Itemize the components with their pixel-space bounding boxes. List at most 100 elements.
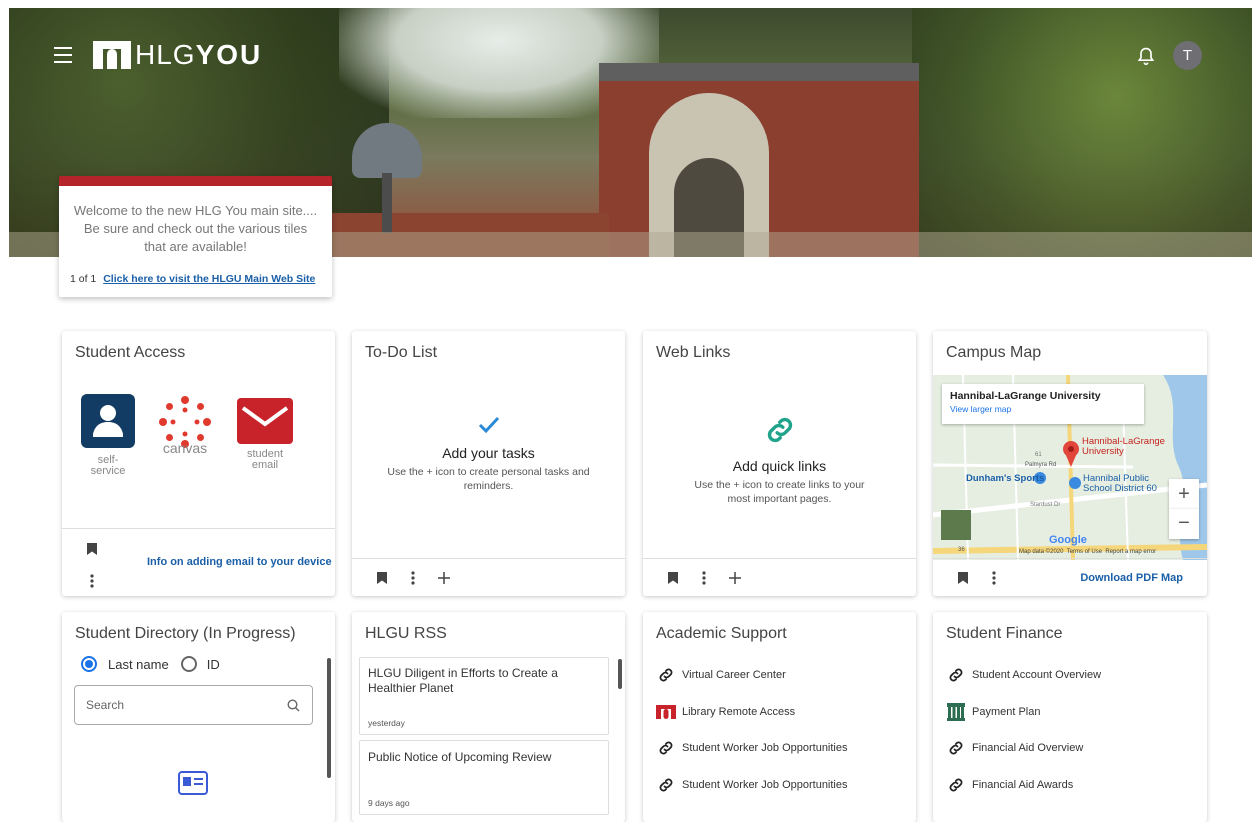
more-vert-icon[interactable] (78, 567, 106, 595)
empty-text: Use the + icon to create links to your m… (694, 479, 865, 505)
card-title: Student Directory (In Progress) (75, 625, 296, 642)
search-placeholder: Search (86, 698, 125, 712)
app-label: self- service (90, 454, 126, 477)
web-links-empty-state: Add quick links Use the + icon to create… (643, 413, 916, 506)
link-icon (655, 738, 677, 758)
finance-link[interactable]: Financial Aid Overview (945, 738, 1083, 758)
directory-search-field[interactable]: Search (74, 685, 313, 725)
card-title: Campus Map (946, 344, 1042, 361)
terms-link[interactable]: Terms of Use (1067, 549, 1102, 555)
add-icon[interactable] (430, 564, 458, 592)
link-icon (655, 665, 677, 685)
main-site-link[interactable]: Click here to visit the HLGU Main Web Si… (103, 273, 315, 285)
academic-link[interactable]: Student Worker Job Opportunities (655, 775, 848, 795)
more-vert-icon[interactable] (690, 564, 718, 592)
logo-mark-icon (93, 41, 131, 69)
card-title: Web Links (656, 344, 731, 361)
logo-text: HLGYOU (135, 39, 263, 70)
radio-label: ID (206, 656, 220, 672)
map-info-box: Hannibal-LaGrange University View larger… (942, 384, 1144, 424)
announcement-card: Welcome to the new HLG You main site....… (59, 176, 332, 297)
map-pin-label: Hannibal-LaGrange University (1082, 436, 1165, 457)
google-logo: Google (1049, 534, 1087, 546)
search-icon[interactable] (287, 699, 300, 712)
card-title: HLGU RSS (365, 625, 447, 642)
download-pdf-map-link[interactable]: Download PDF Map (1080, 572, 1183, 584)
link-icon (945, 665, 967, 685)
rss-item-title: Public Notice of Upcoming Review (368, 750, 552, 764)
map-road-label: Palmyra Rd (1025, 462, 1057, 468)
library-gate-icon (655, 702, 677, 722)
person-badge-icon (81, 394, 135, 448)
more-vert-icon[interactable] (399, 564, 427, 592)
canvas-app[interactable]: canvas (155, 394, 215, 455)
card-footer: Download PDF Map (933, 558, 1207, 596)
card-title: To-Do List (365, 344, 438, 361)
finance-link[interactable]: Payment Plan (945, 702, 1040, 722)
link-icon (945, 775, 967, 795)
card-title: Student Access (75, 344, 186, 361)
rss-item-title: HLGU Diligent in Efforts to Create a Hea… (368, 666, 558, 695)
todo-card: To-Do List Add your tasks Use the + icon… (352, 331, 625, 596)
card-title: Academic Support (656, 625, 787, 642)
scrollbar[interactable] (327, 658, 331, 778)
bookmark-icon[interactable] (659, 564, 687, 592)
finance-link[interactable]: Financial Aid Awards (945, 775, 1073, 795)
rss-item[interactable]: HLGU Diligent in Efforts to Create a Hea… (359, 657, 609, 735)
academic-link[interactable]: Library Remote Access (655, 702, 795, 722)
app-label: student email (246, 448, 284, 471)
user-avatar[interactable]: T (1173, 41, 1202, 70)
rss-item-date: yesterday (368, 718, 405, 728)
radio-label: Last name (108, 656, 169, 672)
card-title: Student Finance (946, 625, 1063, 642)
map-road-label: Stardust Dr (1030, 502, 1061, 508)
rss-card: HLGU RSS HLGU Diligent in Efforts to Cre… (352, 612, 625, 822)
rss-item[interactable]: Public Notice of Upcoming Review 9 days … (359, 740, 609, 815)
empty-heading: Add your tasks (442, 445, 535, 461)
radio-id[interactable] (180, 656, 197, 672)
bank-icon (945, 702, 967, 722)
campus-map-card: Campus Map Hannibal-LaGrange University … (933, 331, 1207, 596)
map-attribution: Map data ©2020 Terms of Use Report a map… (1019, 549, 1157, 555)
more-vert-icon[interactable] (980, 564, 1008, 592)
finance-link[interactable]: Student Account Overview (945, 665, 1101, 685)
id-card-icon (178, 771, 208, 795)
report-map-error-link[interactable]: Report a map error (1105, 549, 1156, 555)
scrollbar[interactable] (618, 659, 622, 689)
search-type-radios: Last name ID (81, 656, 220, 672)
bookmark-icon[interactable] (949, 564, 977, 592)
academic-link[interactable]: Student Worker Job Opportunities (655, 738, 848, 758)
map-poi-label: Dunham's Sports (966, 473, 1045, 484)
empty-text: Use the + icon to create personal tasks … (387, 466, 590, 492)
map-route-badge: 36 (958, 547, 965, 553)
campus-map[interactable]: Hannibal-LaGrange University View larger… (933, 375, 1207, 560)
student-finance-card: Student Finance Student Account Overview… (933, 612, 1207, 822)
map-place-name: Hannibal-LaGrange University (950, 390, 1101, 402)
email-info-link[interactable]: Info on adding email to your device (147, 556, 332, 568)
checkmark-icon (478, 416, 499, 434)
add-icon[interactable] (721, 564, 749, 592)
student-email-app[interactable]: student email (235, 398, 295, 471)
empty-heading: Add quick links (732, 458, 827, 474)
zoom-out-button[interactable]: − (1169, 509, 1199, 539)
academic-support-card: Academic Support Virtual Career Center L… (643, 612, 916, 822)
student-access-card: Student Access self- service canvas stud (62, 331, 335, 596)
notifications-bell-icon[interactable] (1136, 46, 1156, 66)
bookmark-icon[interactable] (368, 564, 396, 592)
web-links-card: Web Links Add quick links Use the + icon… (643, 331, 916, 596)
menu-icon[interactable] (54, 47, 72, 63)
app-logo[interactable]: HLGYOU (93, 39, 262, 71)
announcement-pager: 1 of 1 (70, 273, 97, 285)
card-footer (352, 558, 625, 596)
view-larger-map-link[interactable]: View larger map (942, 402, 1144, 414)
academic-link[interactable]: Virtual Career Center (655, 665, 786, 685)
self-service-app[interactable]: self- service (78, 394, 138, 477)
zoom-in-button[interactable]: + (1169, 479, 1199, 509)
link-icon (945, 738, 967, 758)
announcement-message: Welcome to the new HLG You main site....… (73, 203, 318, 254)
announcement-footer: 1 of 1 Click here to visit the HLGU Main… (70, 273, 315, 285)
link-icon (655, 775, 677, 795)
radio-lastname[interactable] (81, 656, 97, 672)
bookmark-icon[interactable] (78, 535, 106, 563)
todo-empty-state: Add your tasks Use the + icon to create … (352, 416, 625, 493)
